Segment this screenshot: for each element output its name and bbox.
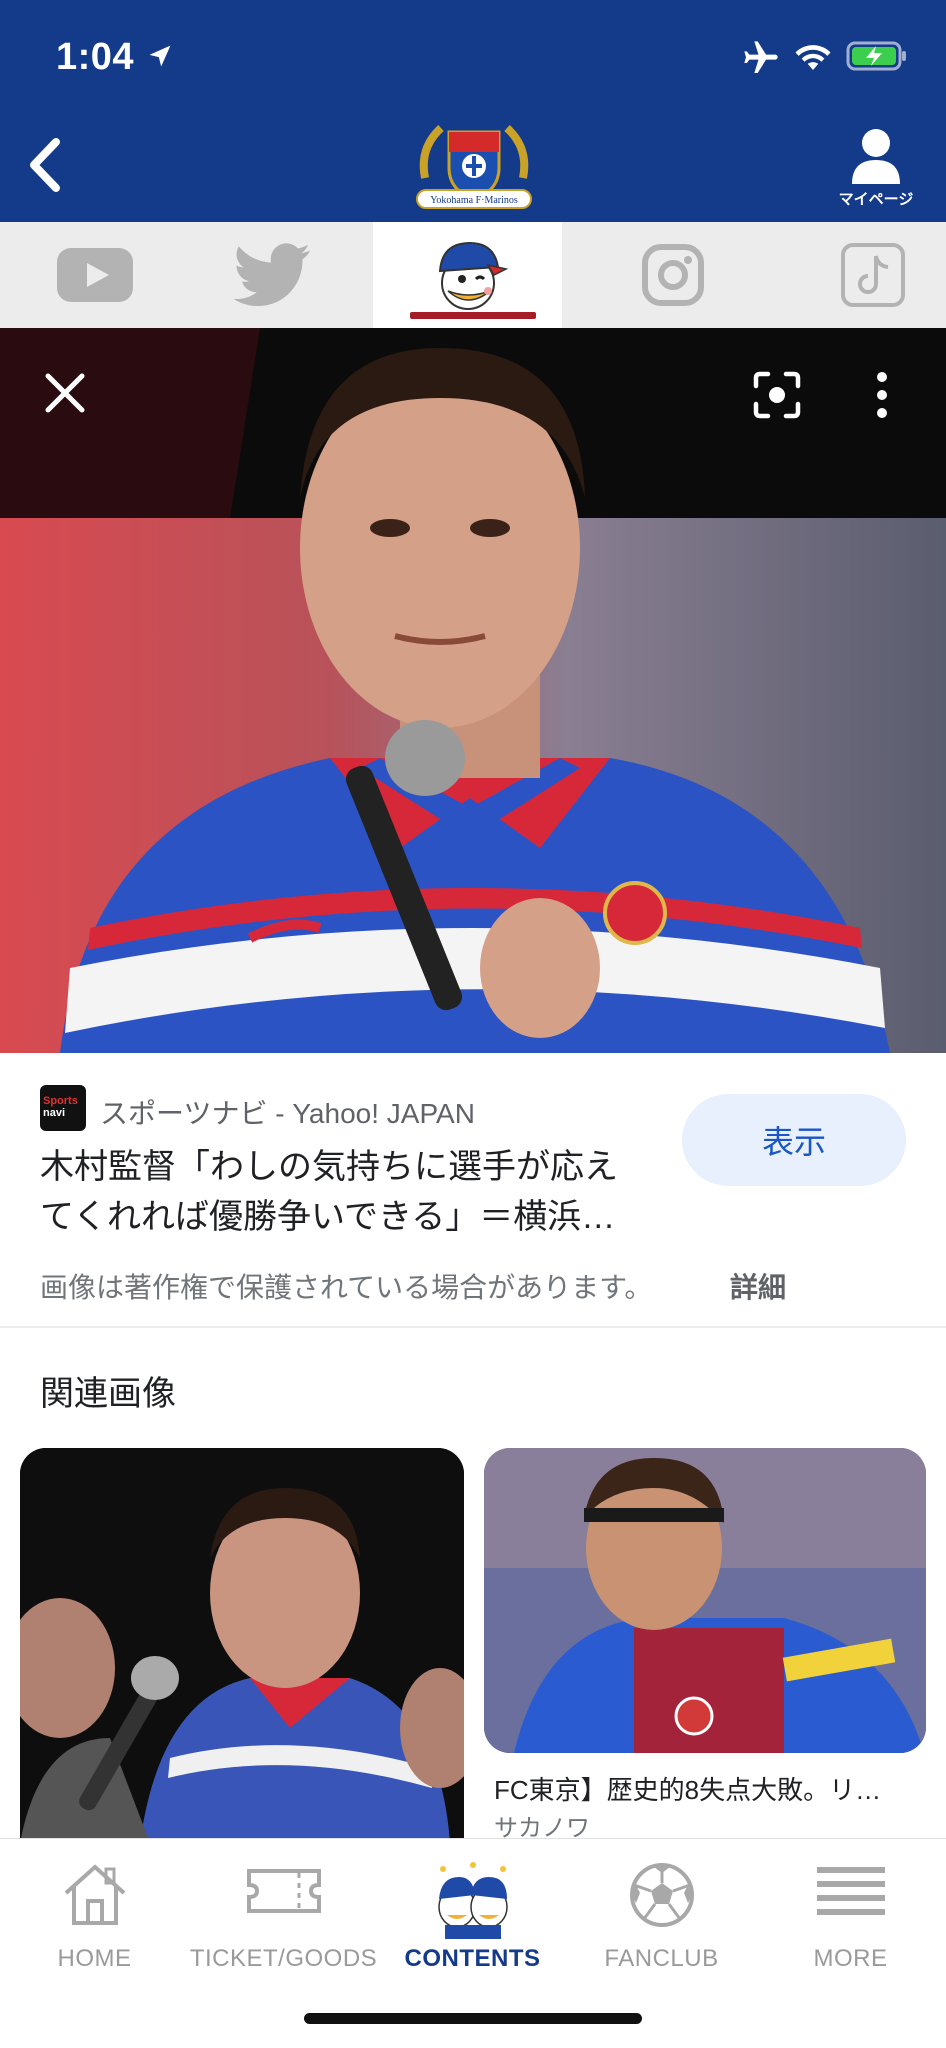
nav-ticket-goods-label: TICKET/GOODS <box>189 1945 378 1972</box>
home-icon <box>64 1864 125 1925</box>
article-title-line-1: 木村監督「わしの気持ちに選手が応え <box>40 1148 618 1186</box>
source-logo-bottom: navi <box>43 1107 66 1119</box>
user-icon <box>852 129 900 184</box>
close-icon <box>45 373 85 413</box>
app-header: 1:04 Yokohama F·Marinos マイページ <box>0 0 946 222</box>
home-indicator <box>304 2013 642 2024</box>
tab-twitter[interactable] <box>178 222 367 328</box>
image-viewer <box>0 328 946 1053</box>
mascot-icon <box>438 241 508 310</box>
battery-charging-icon <box>846 41 906 71</box>
nav-home-label: HOME <box>57 1945 132 1972</box>
source-logo-top: Sports <box>43 1095 78 1107</box>
more-vertical-icon <box>877 372 887 418</box>
related-photo-1 <box>20 1448 464 1843</box>
active-tab-indicator <box>410 312 536 319</box>
source-logo: Sports navi <box>40 1085 86 1131</box>
related-image-card[interactable] <box>20 1448 464 1843</box>
back-button[interactable] <box>14 130 74 200</box>
source-name[interactable]: スポーツナビ - Yahoo! JAPAN <box>100 1092 475 1132</box>
nav-more[interactable]: MORE <box>756 1853 945 1973</box>
nav-ticket-goods[interactable]: TICKET/GOODS <box>189 1853 378 1973</box>
nav-contents-label: CONTENTS <box>404 1945 541 1972</box>
tab-tiktok[interactable] <box>778 222 946 328</box>
twitter-icon <box>233 243 310 307</box>
mascots-icon <box>437 1862 508 1939</box>
related-photo-2 <box>484 1448 926 1753</box>
related-caption[interactable]: FC東京】歴史的8失点大敗。リ… <box>494 1770 924 1807</box>
lens-search-button[interactable] <box>750 368 804 422</box>
nav-contents[interactable]: CONTENTS <box>378 1853 567 1973</box>
club-crest-icon: Yokohama F·Marinos <box>416 125 532 209</box>
club-logo: Yokohama F·Marinos <box>411 118 537 214</box>
nav-home[interactable]: HOME <box>0 1853 189 1973</box>
main-photo[interactable] <box>0 328 946 1053</box>
related-image-card[interactable] <box>484 1448 926 1753</box>
airplane-icon <box>744 41 778 73</box>
related-images-heading: 関連画像 <box>40 1375 176 1413</box>
ticket-icon <box>246 1869 321 1913</box>
youtube-icon <box>56 248 133 302</box>
nav-more-label: MORE <box>813 1945 888 1972</box>
tab-youtube[interactable] <box>0 222 189 328</box>
instagram-icon <box>641 244 704 306</box>
nav-fanclub[interactable]: FANCLUB <box>567 1853 756 1973</box>
chevron-left-icon <box>30 138 60 192</box>
tab-instagram[interactable] <box>578 222 767 328</box>
divider <box>0 1326 946 1328</box>
menu-icon <box>816 1867 885 1915</box>
soccer-ball-icon <box>629 1863 694 1927</box>
article-title[interactable]: 木村監督「わしの気持ちに選手が応え てくれれば優勝争いできる」＝横浜… <box>40 1142 670 1242</box>
logo-text: Yokohama F·Marinos <box>430 195 518 206</box>
lens-icon <box>753 371 801 419</box>
mypage-button[interactable]: マイページ <box>826 126 926 216</box>
tiktok-icon <box>840 243 905 307</box>
copyright-note: 画像は著作権で保護されている場合があります。 <box>40 1272 653 1303</box>
wifi-icon <box>795 45 831 70</box>
status-time: 1:04 <box>56 36 135 78</box>
location-arrow-icon <box>149 45 171 67</box>
mypage-label: マイページ <box>838 191 914 208</box>
details-link[interactable]: 詳細 <box>730 1266 786 1306</box>
close-viewer-button[interactable] <box>40 368 90 418</box>
article-title-line-2: てくれれば優勝争いできる」＝横浜… <box>40 1198 616 1236</box>
view-button[interactable]: 表示 <box>682 1094 906 1186</box>
more-options-button[interactable] <box>862 368 902 422</box>
nav-fanclub-label: FANCLUB <box>604 1945 719 1972</box>
